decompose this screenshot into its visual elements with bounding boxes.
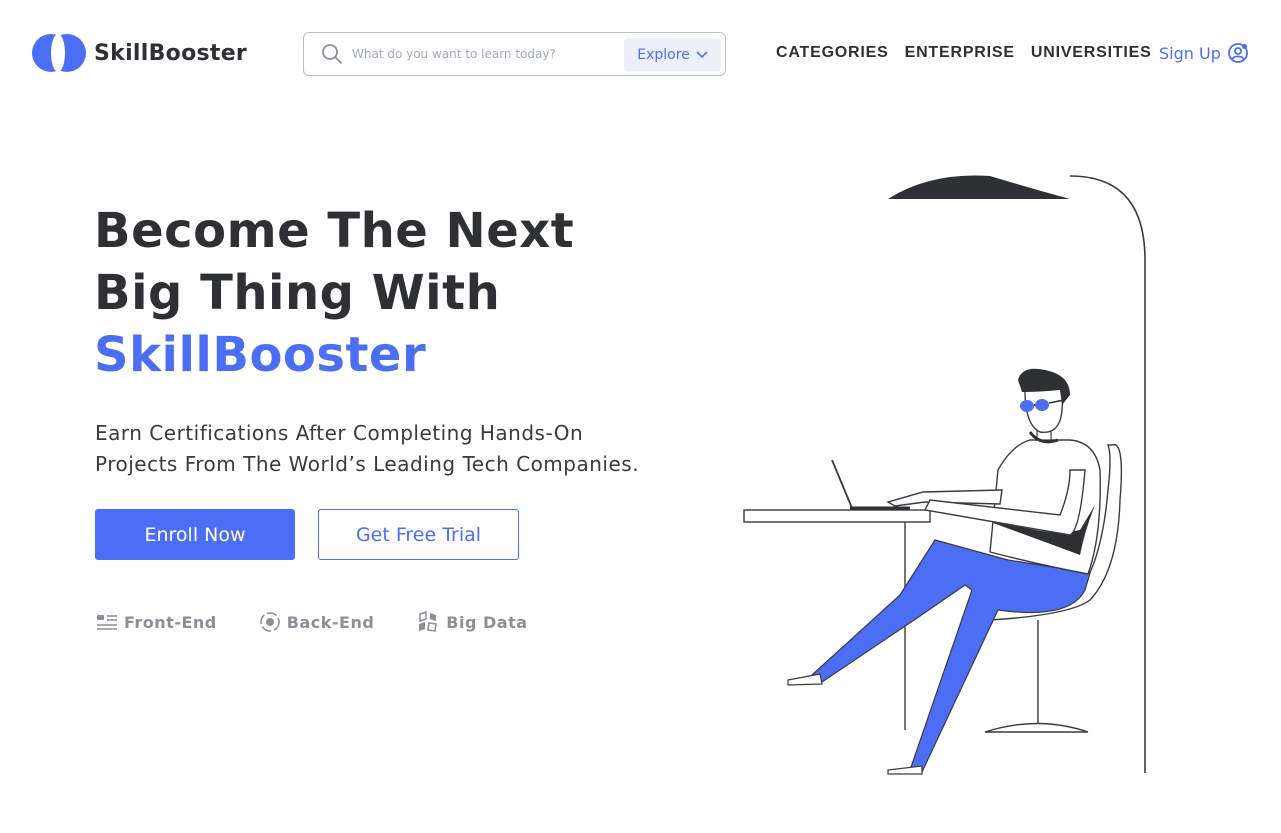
target-icon <box>259 612 280 632</box>
hero-subtitle: Earn Certifications After Completing Han… <box>95 418 695 480</box>
main-nav: CATEGORIES ENTERPRISE UNIVERSITIES <box>776 44 1168 62</box>
search-input[interactable] <box>352 42 614 66</box>
topic-label: Big Data <box>446 612 528 632</box>
logo[interactable]: SkillBooster <box>32 34 247 72</box>
head <box>1018 368 1070 444</box>
hero-subtitle-line-2: Projects From The World’s Leading Tech C… <box>95 452 640 476</box>
hero-title-line-2: Big Thing With <box>94 265 501 321</box>
explore-label: Explore <box>637 46 690 63</box>
hero-title: Become The Next Big Thing With SkillBoos… <box>94 200 574 386</box>
get-free-trial-button[interactable]: Get Free Trial <box>318 509 519 560</box>
chevron-down-icon <box>696 50 708 58</box>
topic-label: Back-End <box>286 612 375 632</box>
hero-title-line-1: Become The Next <box>94 203 575 259</box>
topic-label: Front-End <box>124 612 217 632</box>
search-bar: Explore <box>303 32 726 76</box>
torso <box>989 439 1101 575</box>
header: SkillBooster Explore CATEGORIES ENTERPRI… <box>0 0 1281 110</box>
topic-list: Front-End Back-End Big Data <box>96 610 570 634</box>
user-circle-icon <box>1227 43 1248 63</box>
data-cubes-icon <box>419 610 438 632</box>
topic-front-end[interactable]: Front-End <box>96 612 217 632</box>
search-icon[interactable] <box>320 42 344 66</box>
hero-title-accent: SkillBooster <box>94 327 427 383</box>
topic-big-data[interactable]: Big Data <box>416 610 527 634</box>
legs <box>787 539 1091 775</box>
topic-back-end[interactable]: Back-End <box>259 611 375 633</box>
list-icon <box>97 615 117 630</box>
enroll-now-button[interactable]: Enroll Now <box>95 509 295 560</box>
logo-icon <box>32 34 86 72</box>
hero-subtitle-line-1: Earn Certifications After Completing Han… <box>95 421 584 445</box>
brand-name: SkillBooster <box>94 40 248 66</box>
explore-button[interactable]: Explore <box>624 38 721 71</box>
sign-up-link[interactable]: Sign Up <box>1159 42 1249 64</box>
nav-item-categories[interactable]: CATEGORIES <box>776 44 889 62</box>
sign-up-label: Sign Up <box>1159 43 1221 63</box>
lamp-shade <box>888 175 1070 199</box>
hero-illustration <box>743 175 1146 775</box>
nav-item-universities[interactable]: UNIVERSITIES <box>1031 44 1152 62</box>
nav-item-enterprise[interactable]: ENTERPRISE <box>905 44 1015 62</box>
